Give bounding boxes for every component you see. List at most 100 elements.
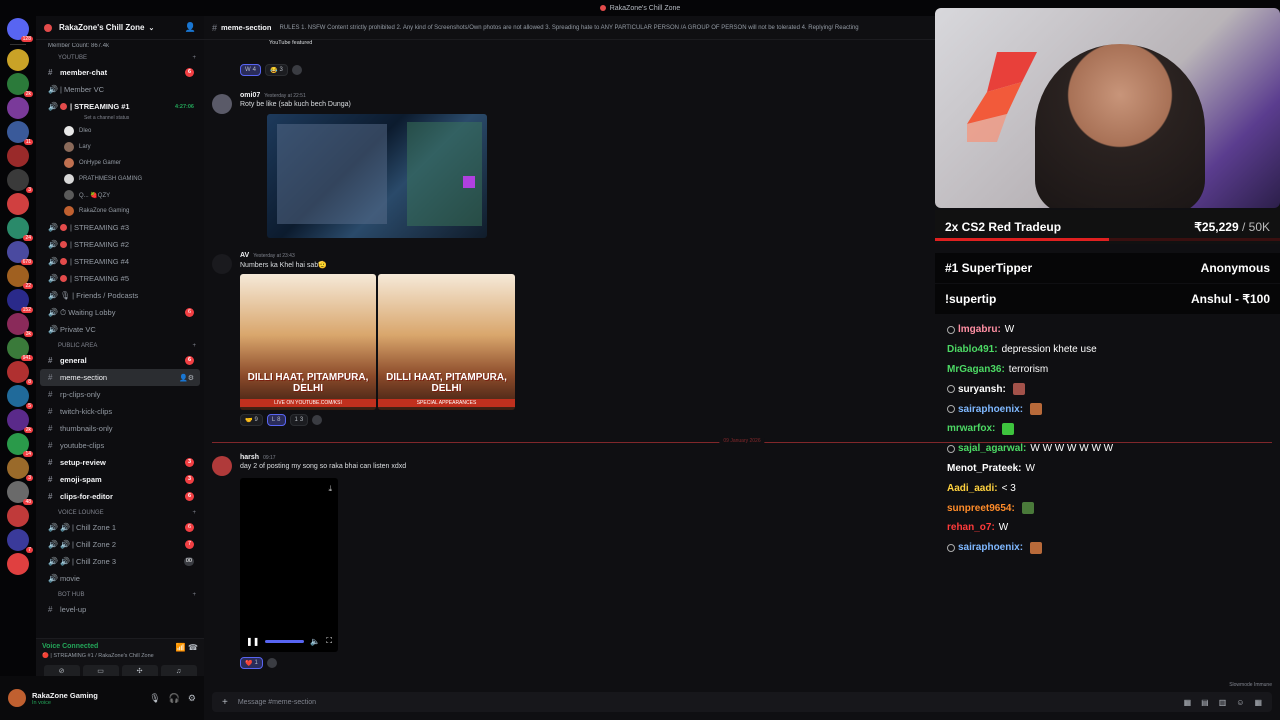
add-reaction-icon[interactable]: [266, 658, 277, 668]
channel-waiting-lobby[interactable]: 🔊 ⏱ Waiting Lobby 6: [40, 304, 200, 321]
plus-icon[interactable]: +: [222, 697, 228, 708]
channel-meme-section[interactable]: # meme-section 👤⚙: [40, 369, 200, 386]
server-header[interactable]: RakaZone's Chill Zone ⌄ 👤: [36, 16, 204, 40]
server-icon[interactable]: 2k: [7, 409, 33, 433]
server-icon[interactable]: [7, 145, 29, 167]
soundboard-icon[interactable]: ♫: [160, 665, 197, 676]
server-icon[interactable]: 678: [7, 241, 33, 265]
channel-member-chat[interactable]: # member-chat 6: [40, 64, 200, 81]
reaction[interactable]: 😂 3: [265, 64, 288, 76]
sticker-icon[interactable]: ▥: [1219, 698, 1227, 707]
avatar[interactable]: [212, 254, 232, 274]
reaction[interactable]: 🤝 9: [240, 414, 263, 426]
server-icon[interactable]: 3: [7, 169, 33, 193]
channel-clips-for-editor[interactable]: # clips-for-editor 6: [40, 488, 200, 505]
channel-general[interactable]: # general 6: [40, 352, 200, 369]
message-author[interactable]: AV: [240, 252, 249, 259]
channel-chill-zone-2[interactable]: 🔊 🔊 | Chill Zone 27: [40, 536, 200, 553]
channel-level-up[interactable]: # level-up: [40, 601, 200, 618]
message-author[interactable]: omi07: [240, 92, 260, 99]
add-reaction-icon[interactable]: [291, 65, 302, 75]
voice-member[interactable]: Q... 🍓QZY: [40, 187, 200, 203]
voice-member[interactable]: Dleo: [40, 123, 200, 139]
server-icon[interactable]: 5: [7, 385, 33, 409]
channel-chill-zone-1[interactable]: 🔊 🔊 | Chill Zone 16: [40, 519, 200, 536]
channel-movie[interactable]: 🔊 movie: [40, 570, 200, 587]
gear-icon[interactable]: ⚙: [188, 693, 196, 704]
avatar[interactable]: [212, 456, 232, 476]
server-icon[interactable]: 152: [7, 289, 33, 313]
video-player[interactable]: ⤓ ❚❚ 🔈 ⛶: [240, 478, 338, 652]
activities-icon[interactable]: ✣: [121, 665, 158, 676]
server-icon[interactable]: 11: [7, 121, 33, 145]
server-icon[interactable]: 22: [7, 265, 33, 289]
channel-member-vc[interactable]: 🔊 | Member VC: [40, 81, 200, 98]
avatar[interactable]: [8, 689, 26, 707]
voice-member[interactable]: OnHype Gamer: [40, 155, 200, 171]
server-icon[interactable]: 7: [7, 529, 33, 553]
add-reaction-icon[interactable]: [312, 415, 323, 425]
server-icon[interactable]: [7, 49, 29, 71]
channel-topic[interactable]: RULES 1. NSFW Content strictly prohibite…: [279, 25, 858, 31]
video-progress[interactable]: [265, 639, 305, 643]
message-image[interactable]: DILLI HAAT, PITAMPURA, DELHI LIVE ON YOU…: [240, 274, 376, 410]
voice-member[interactable]: PRATHMESH GAMING: [40, 171, 200, 187]
channel-streaming-1[interactable]: 🔊 | STREAMING #1 4:27:06: [40, 98, 200, 115]
server-icon[interactable]: 48: [7, 481, 33, 505]
channel-emoji-spam[interactable]: # emoji-spam 3: [40, 471, 200, 488]
channel-setup-review[interactable]: # setup-review 3: [40, 454, 200, 471]
message-author[interactable]: harsh: [240, 454, 259, 461]
channel-rp-clips-only[interactable]: # rp-clips-only: [40, 386, 200, 403]
download-icon[interactable]: ⤓: [328, 484, 332, 494]
server-icon[interactable]: [7, 553, 29, 575]
voice-member[interactable]: Lary: [40, 139, 200, 155]
message-image[interactable]: DILLI HAAT, PITAMPURA, DELHI SPECIAL APP…: [378, 274, 515, 410]
microphone-icon[interactable]: 🎙: [149, 693, 160, 704]
channel-streaming-3[interactable]: 🔊 | STREAMING #3: [40, 219, 200, 236]
add-member-icon[interactable]: 👤: [185, 22, 196, 33]
message-input[interactable]: Message #meme-section: [238, 699, 316, 706]
reaction[interactable]: W4: [240, 64, 262, 76]
server-icon[interactable]: 14: [7, 433, 33, 457]
emoji-icon[interactable]: ☺: [1236, 698, 1244, 707]
server-icon[interactable]: 24: [7, 217, 33, 241]
gift-icon[interactable]: ▦: [1184, 698, 1192, 707]
category-youtube[interactable]: YOUTUBE +: [40, 50, 200, 64]
channel-friends-podcasts[interactable]: 🔊 🎙 | Friends / Podcasts: [40, 287, 200, 304]
channel-streaming-2[interactable]: 🔊 | STREAMING #2: [40, 236, 200, 253]
server-icon[interactable]: [7, 505, 29, 527]
channel-streaming-4[interactable]: 🔊 | STREAMING #4: [40, 253, 200, 270]
reaction[interactable]: L8: [266, 414, 286, 426]
reaction[interactable]: 13: [289, 414, 309, 426]
server-icon[interactable]: 3k: [7, 313, 33, 337]
server-icon[interactable]: 8: [7, 361, 33, 385]
avatar[interactable]: [212, 94, 232, 114]
category-voice-lounge[interactable]: Voice Lounge +: [40, 505, 200, 519]
apps-icon[interactable]: ▦: [1254, 698, 1262, 707]
message-composer[interactable]: + Message #meme-section ▦ ▤ ▥ ☺ ▦: [212, 692, 1272, 712]
volume-icon[interactable]: 🔈: [310, 637, 320, 646]
gif-icon[interactable]: ▤: [1201, 698, 1209, 707]
channel-streaming-5[interactable]: 🔊 | STREAMING #5: [40, 270, 200, 287]
channel-private-vc[interactable]: 🔊 Private VC: [40, 321, 200, 338]
headphones-icon[interactable]: 🎧: [169, 693, 180, 704]
channel-chill-zone-3[interactable]: 🔊 🔊 | Chill Zone 3 00: [40, 553, 200, 570]
server-icon[interactable]: 2k: [7, 73, 33, 97]
camera-off-icon[interactable]: ⊘: [43, 665, 80, 676]
disconnect-icon[interactable]: 📶 ☎: [176, 643, 198, 652]
message-image[interactable]: [267, 114, 487, 238]
category-public-area[interactable]: PUBLIC AREA +: [40, 338, 200, 352]
reaction[interactable]: ❤️ 1: [240, 657, 263, 669]
server-icon[interactable]: 3: [7, 457, 33, 481]
server-icon[interactable]: [7, 97, 29, 119]
home-icon[interactable]: 128: [7, 18, 33, 42]
channel-youtube-clips[interactable]: # youtube-clips: [40, 437, 200, 454]
channel-twitch-kick-clips[interactable]: # twitch-kick-clips: [40, 403, 200, 420]
channel-thumbnails-only[interactable]: # thumbnails-only: [40, 420, 200, 437]
server-icon[interactable]: 941: [7, 337, 33, 361]
screen-share-icon[interactable]: ▭: [82, 665, 119, 676]
fullscreen-icon[interactable]: ⛶: [326, 636, 332, 646]
server-icon[interactable]: [7, 193, 29, 215]
pause-icon[interactable]: ❚❚: [246, 637, 259, 646]
category-bot-hub[interactable]: Bot Hub +: [40, 587, 200, 601]
